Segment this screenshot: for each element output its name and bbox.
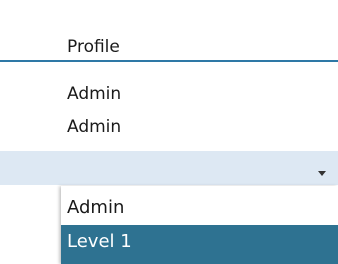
dropdown-option-label: Admin — [67, 197, 125, 218]
dropdown-option-admin[interactable]: Admin — [61, 192, 338, 224]
dropdown-option-level-1[interactable]: Level 1 — [61, 225, 338, 264]
chevron-down-icon[interactable] — [318, 171, 326, 176]
column-header-profile[interactable]: Profile — [0, 32, 338, 62]
dropdown-option-label: Level 1 — [67, 231, 132, 252]
profile-cell: Admin — [67, 84, 122, 104]
table-row[interactable]: Admin — [0, 79, 338, 109]
profile-grid: Profile Admin Admin Admin Level 1 — [0, 0, 338, 264]
profile-dropdown-list: Admin Level 1 — [61, 186, 338, 264]
profile-cell: Admin — [67, 117, 122, 137]
editing-row-profile-select[interactable] — [0, 151, 338, 185]
column-header-label: Profile — [67, 37, 120, 57]
table-row[interactable]: Admin — [0, 112, 338, 142]
